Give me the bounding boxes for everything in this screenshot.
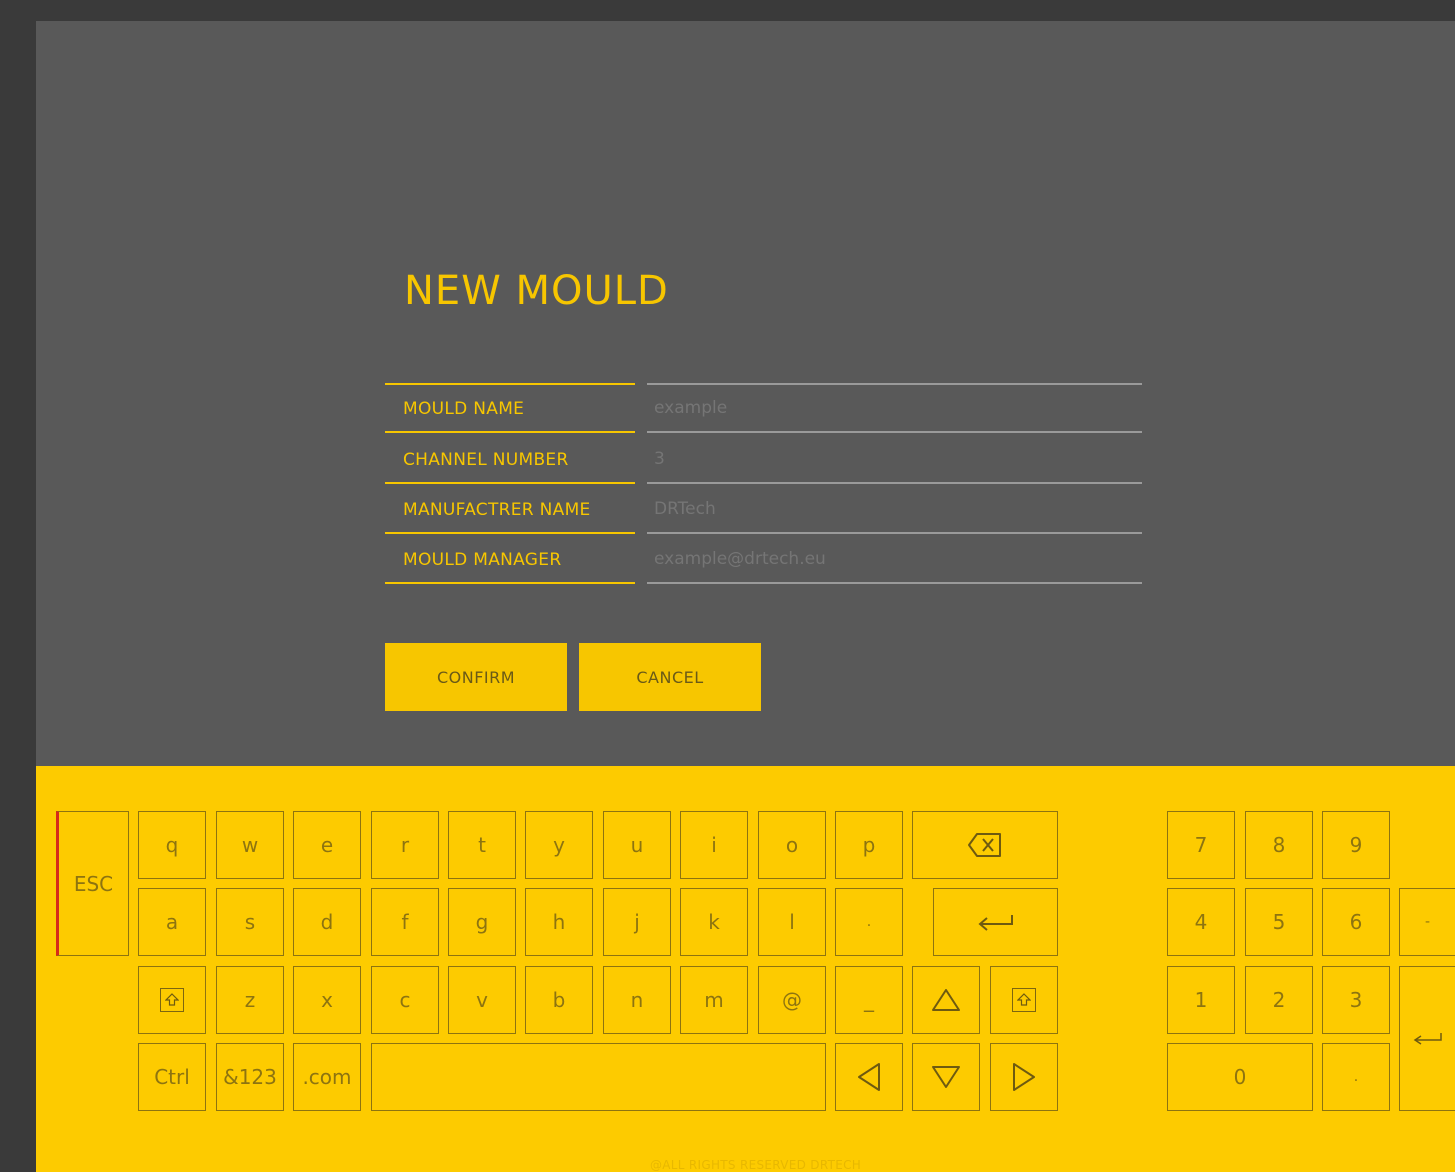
key-arrow-down[interactable] [912,1043,980,1111]
key-x[interactable]: x [293,966,361,1034]
numpad-key-enter[interactable] [1399,966,1455,1111]
key-at[interactable]: @ [758,966,826,1034]
key-i[interactable]: i [680,811,748,879]
key-enter[interactable] [933,888,1058,956]
key-h[interactable]: h [525,888,593,956]
arrow-left-icon [858,1063,880,1091]
key-arrow-left[interactable] [835,1043,903,1111]
shift-icon [1012,988,1036,1012]
key-m[interactable]: m [680,966,748,1034]
key-d[interactable]: d [293,888,361,956]
key-ctrl[interactable]: Ctrl [138,1043,206,1111]
arrow-down-icon [932,1066,960,1088]
key-f[interactable]: f [371,888,439,956]
key-q[interactable]: q [138,811,206,879]
mould-manager-input[interactable] [647,536,1142,582]
key-s[interactable]: s [216,888,284,956]
key-space[interactable] [371,1043,826,1111]
key-g[interactable]: g [448,888,516,956]
key-j[interactable]: j [603,888,671,956]
divider [647,431,1142,433]
key-backspace[interactable] [912,811,1058,879]
key-arrow-up[interactable] [912,966,980,1034]
key-esc[interactable]: ESC [56,811,129,956]
key-k[interactable]: k [680,888,748,956]
key-period[interactable]: . [835,888,903,956]
shift-icon [160,988,184,1012]
arrow-up-icon [932,989,960,1011]
key-c[interactable]: c [371,966,439,1034]
key-v[interactable]: v [448,966,516,1034]
channel-number-input[interactable] [647,436,1142,482]
numpad-key-6[interactable]: 6 [1322,888,1390,956]
numpad-key-2[interactable]: 2 [1245,966,1313,1034]
key-e[interactable]: e [293,811,361,879]
key-r[interactable]: r [371,811,439,879]
key-u[interactable]: u [603,811,671,879]
key-b[interactable]: b [525,966,593,1034]
numpad-key-1[interactable]: 1 [1167,966,1235,1034]
confirm-button[interactable]: CONFIRM [385,643,567,711]
key-shift-right[interactable] [990,966,1058,1034]
numpad-key-5[interactable]: 5 [1245,888,1313,956]
enter-icon [1413,1032,1442,1045]
page-title: NEW MOULD [404,268,669,314]
key-l[interactable]: l [758,888,826,956]
numpad-key-dot[interactable]: . [1322,1043,1390,1111]
numpad-key-9[interactable]: 9 [1322,811,1390,879]
form-row-mould-name: MOULD NAME [385,383,1142,433]
key-t[interactable]: t [448,811,516,879]
numpad-key-0[interactable]: 0 [1167,1043,1313,1111]
key-w[interactable]: w [216,811,284,879]
cancel-button[interactable]: CANCEL [579,643,761,711]
numpad-key-7[interactable]: 7 [1167,811,1235,879]
mould-name-input[interactable] [647,385,1142,431]
form-row-mould-manager: MOULD MANAGER [385,534,1142,584]
mould-manager-label: MOULD MANAGER [403,550,562,570]
numpad-key-4[interactable]: 4 [1167,888,1235,956]
arrow-right-icon [1013,1063,1035,1091]
footer-copyright: @ALL RIGHTS RESERVED DRTECH [650,1158,862,1172]
numpad-key-minus[interactable]: - [1399,888,1455,956]
form-row-manufacturer-name: MANUFACTRER NAME [385,484,1142,534]
manufacturer-name-label: MANUFACTRER NAME [403,500,591,520]
channel-number-label: CHANNEL NUMBER [403,450,569,470]
form-row-channel-number: CHANNEL NUMBER [385,434,1142,484]
manufacturer-name-input[interactable] [647,486,1142,532]
key-a[interactable]: a [138,888,206,956]
backspace-icon [968,833,1001,857]
key-shift-left[interactable] [138,966,206,1034]
key-y[interactable]: y [525,811,593,879]
mould-name-label: MOULD NAME [403,399,525,419]
key-z[interactable]: z [216,966,284,1034]
key-symbols[interactable]: &123 [216,1043,284,1111]
key-n[interactable]: n [603,966,671,1034]
key-arrow-right[interactable] [990,1043,1058,1111]
numpad-key-3[interactable]: 3 [1322,966,1390,1034]
key-underscore[interactable]: _ [835,966,903,1034]
enter-icon [977,915,1013,931]
numpad-key-8[interactable]: 8 [1245,811,1313,879]
key-dotcom[interactable]: .com [293,1043,361,1111]
key-p[interactable]: p [835,811,903,879]
divider [647,582,1142,584]
key-o[interactable]: o [758,811,826,879]
